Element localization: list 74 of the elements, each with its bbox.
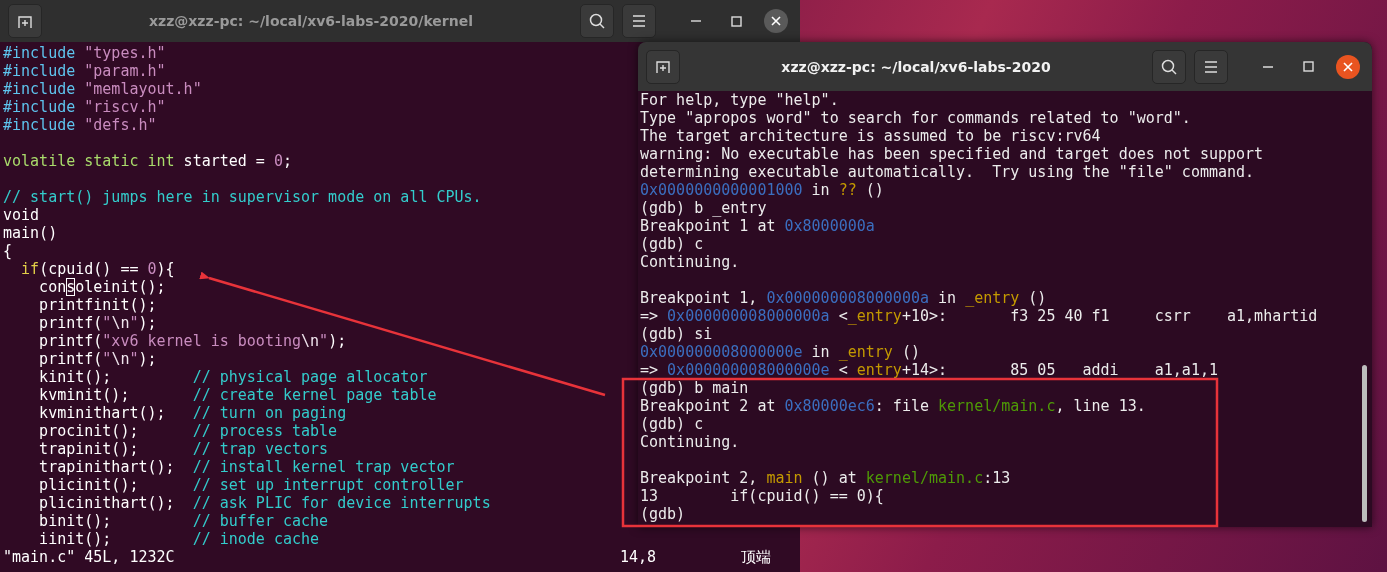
- new-tab-button[interactable]: [8, 4, 42, 38]
- window-title: xzz@xzz-pc: ~/local/xv6-labs-2020: [780, 58, 1052, 75]
- new-tab-button[interactable]: [646, 49, 680, 84]
- terminal-line: => 0x000000008000000a <_entry+10>: f3 25 40 f1 csrr a1,mhartid: [640, 307, 1318, 325]
- close-icon: [1343, 61, 1353, 72]
- terminal-line: Breakpoint 1, 0x000000008000000a in _entry (): [640, 289, 1047, 307]
- code-line: trapinithart(); // install kernel trap vector: [38, 458, 455, 476]
- scrollbar-thumb[interactable]: [1362, 365, 1367, 522]
- code-line: printf("xv6 kernel is booting\n");: [38, 332, 347, 350]
- code-line: if(cpuid() == 0){: [20, 260, 175, 278]
- code-line: void: [3, 206, 40, 224]
- terminal-line: Breakpoint 2, main () at kernel/main.c:13: [640, 469, 1011, 487]
- maximize-icon: [1302, 61, 1314, 72]
- terminal-line: 0x0000000000001000 in ?? (): [640, 181, 884, 199]
- new-tab-icon: [655, 59, 671, 74]
- terminal-line: Continuing.: [640, 433, 740, 451]
- terminal-line: 13 if(cpuid() == 0){: [640, 487, 884, 505]
- terminal-line: Breakpoint 2 at 0x80000ec6: file kernel/main.c, line 13.: [640, 397, 1146, 415]
- code-line: kinit(); // physical page allocator: [38, 368, 428, 386]
- close-icon: [771, 16, 781, 26]
- menu-button[interactable]: [1194, 49, 1228, 84]
- code-line: printf("\n");: [38, 350, 157, 368]
- code-line: #include "riscv.h": [3, 98, 166, 116]
- terminal-line: Breakpoint 1 at 0x8000000a: [640, 217, 875, 235]
- code-line: #include "param.h": [3, 62, 166, 80]
- terminal-line: (gdb) c: [640, 235, 704, 253]
- code-line: // start() jumps here in supervisor mode on all CPUs.: [3, 188, 482, 206]
- code-line: printf("\n");: [38, 314, 157, 332]
- file-info: "main.c" 45L, 1232C: [3, 548, 176, 566]
- terminal-line: (gdb) b main: [640, 379, 749, 397]
- terminal-line: Continuing.: [640, 253, 740, 271]
- minimize-icon: [691, 20, 701, 22]
- terminal-line: determining executable automatically. Try using the "file" command.: [640, 163, 1255, 181]
- code-line: iinit(); // inode cache: [38, 530, 320, 548]
- search-button[interactable]: [580, 4, 614, 38]
- code-line: kvminit(); // create kernel page table: [38, 386, 437, 404]
- code-line: plicinit(); // set up interrupt controller: [38, 476, 464, 494]
- code-line: kvminithart(); // turn on paging: [38, 404, 347, 422]
- scroll-position: 顶端: [741, 548, 771, 566]
- terminal-line: The target architecture is assumed to be riscv:rv64: [640, 127, 1101, 145]
- code-line: #include "defs.h": [3, 116, 157, 134]
- cursor-position: 14,8: [620, 548, 658, 566]
- terminal-line: (gdb) c: [640, 415, 704, 433]
- terminal-line: warning: No executable has been specified and target does not support: [640, 145, 1264, 163]
- search-icon: [589, 13, 605, 29]
- close-button[interactable]: [764, 9, 788, 33]
- search-button[interactable]: [1152, 49, 1186, 84]
- code-line: {: [3, 242, 13, 260]
- code-line: procinit(); // process table: [38, 422, 338, 440]
- terminal-line: => 0x000000008000000e < entry+14>: 85 05 addi a1,a1,1: [640, 361, 1218, 379]
- menu-button[interactable]: [622, 4, 656, 38]
- new-tab-icon: [17, 13, 33, 29]
- menu-icon: [1204, 59, 1218, 74]
- code-line: plicinithart(); // ask PLIC for device interrupts: [38, 494, 491, 512]
- minimize-icon: [1263, 65, 1273, 68]
- window-title: xzz@xzz-pc: ~/local/xv6-labs-2020/kernel: [148, 13, 474, 29]
- code-line: #include "memlayout.h": [3, 80, 202, 98]
- code-line: trapinit(); // trap vectors: [38, 440, 329, 458]
- code-line: volatile static int started = 0;: [3, 152, 292, 170]
- terminal-line: (gdb) b _entry: [640, 199, 767, 217]
- close-button[interactable]: [1336, 54, 1360, 79]
- terminal-line: 0x000000008000000e in _entry (): [640, 343, 920, 361]
- terminal-line: For help, type "help".: [640, 91, 839, 109]
- code-line: #include "types.h": [3, 44, 166, 62]
- menu-icon: [632, 14, 646, 28]
- code-line: main(): [3, 224, 58, 242]
- terminal-line: (gdb): [640, 505, 686, 523]
- maximize-icon: [730, 15, 742, 27]
- terminal-line: Type "apropos word" to search for commands related to "word".: [640, 109, 1191, 127]
- code-line: printfinit();: [38, 296, 157, 314]
- terminal-line: (gdb) si: [640, 325, 713, 343]
- search-icon: [1161, 58, 1177, 75]
- code-line: binit(); // buffer cache: [38, 512, 329, 530]
- code-line: consoleinit();: [38, 278, 166, 296]
